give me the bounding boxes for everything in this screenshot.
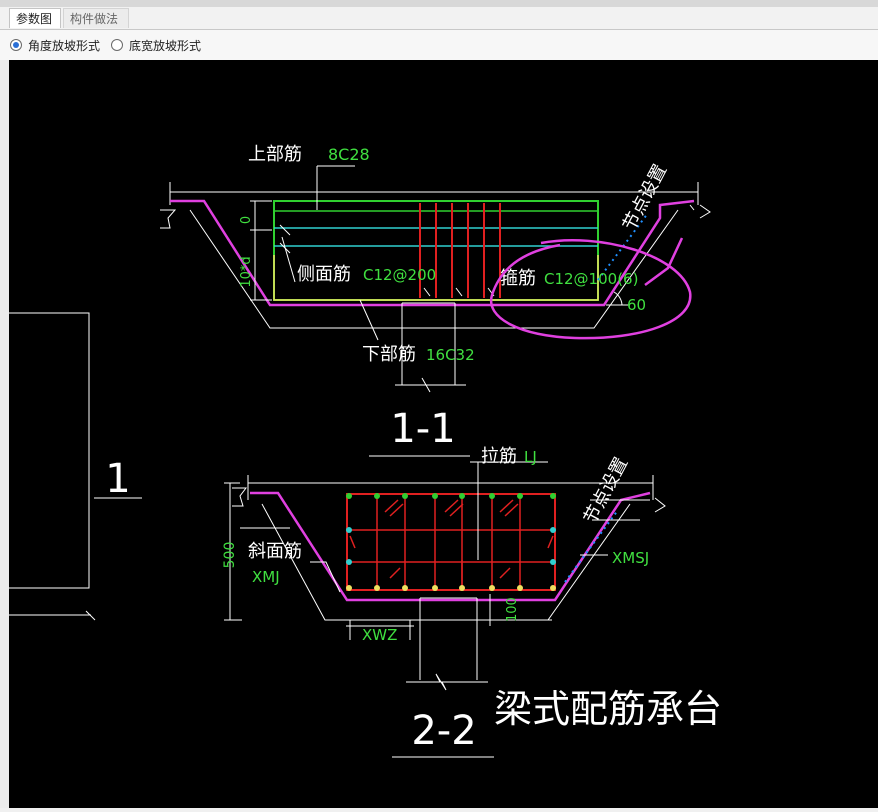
tie-value: LJ (524, 448, 537, 466)
dim-height: 10*d (239, 256, 254, 287)
slope-option-bar: 角度放坡形式 底宽放坡形式 (0, 30, 878, 60)
slope-bar-label: 斜面筋 (248, 541, 302, 562)
stirrup-value: C12@100(6) (544, 270, 638, 288)
section-1-1: 0 10*d 上部筋 8C28 侧面筋 C12@200 箍筋 C12@100(6… (160, 144, 711, 457)
dim-500: 500 (222, 542, 238, 569)
xmsj-label: XMSJ (612, 549, 649, 567)
section-2-2-title: 2-2 (411, 708, 476, 754)
node-label-1: 节点设置 (619, 161, 671, 234)
dim-zero: 0 (239, 216, 254, 224)
node-label-2: 节点设置 (580, 454, 632, 527)
tab-bar: 参数图 构件做法 (0, 7, 878, 30)
title-strip (0, 0, 878, 7)
annotation-circle (489, 239, 692, 340)
bottom-bar-label: 下部筋 (362, 344, 416, 365)
radio-width-slope-label: 底宽放坡形式 (129, 38, 202, 53)
radio-unchecked-icon[interactable] (111, 39, 123, 51)
radio-checked-icon[interactable] (10, 39, 22, 51)
angle-value: 60 (627, 296, 646, 314)
section-1-1-title: 1-1 (390, 406, 455, 452)
side-bar-label: 侧面筋 (297, 264, 351, 285)
parameter-diagram: 1 0 10*d 上部筋 8C28 侧面筋 C12@200 箍筋 C12@100… (9, 144, 722, 758)
diagram-caption: 梁式配筋承台 (494, 687, 722, 731)
tab-component-method[interactable]: 构件做法 (63, 8, 129, 28)
top-bar-label: 上部筋 (248, 144, 302, 165)
top-bar-value: 8C28 (328, 145, 370, 164)
tab-parameter-diagram[interactable]: 参数图 (9, 8, 61, 28)
left-panel-edge (0, 60, 9, 808)
drawing-canvas: 1 0 10*d 上部筋 8C28 侧面筋 C12@200 箍筋 C12@100… (9, 60, 878, 808)
radio-angle-slope[interactable]: 角度放坡形式 (10, 37, 100, 53)
radio-angle-slope-label: 角度放坡形式 (28, 38, 101, 53)
section-2-2: 500 拉筋 LJ 斜面筋 XMJ XMSJ XWZ 100 节点设置 2-2 … (222, 446, 722, 758)
dim-100: 100 (505, 597, 520, 622)
slope-bar-value: XMJ (252, 568, 280, 586)
side-bar-value: C12@200 (363, 266, 436, 284)
bottom-bar-value: 16C32 (426, 346, 475, 364)
radio-width-slope[interactable]: 底宽放坡形式 (111, 37, 201, 53)
left-plan-label: 1 (105, 456, 130, 502)
tie-label: 拉筋 (481, 446, 517, 467)
left-plan-fragment: 1 (9, 312, 142, 621)
xwz-label: XWZ (362, 626, 397, 644)
